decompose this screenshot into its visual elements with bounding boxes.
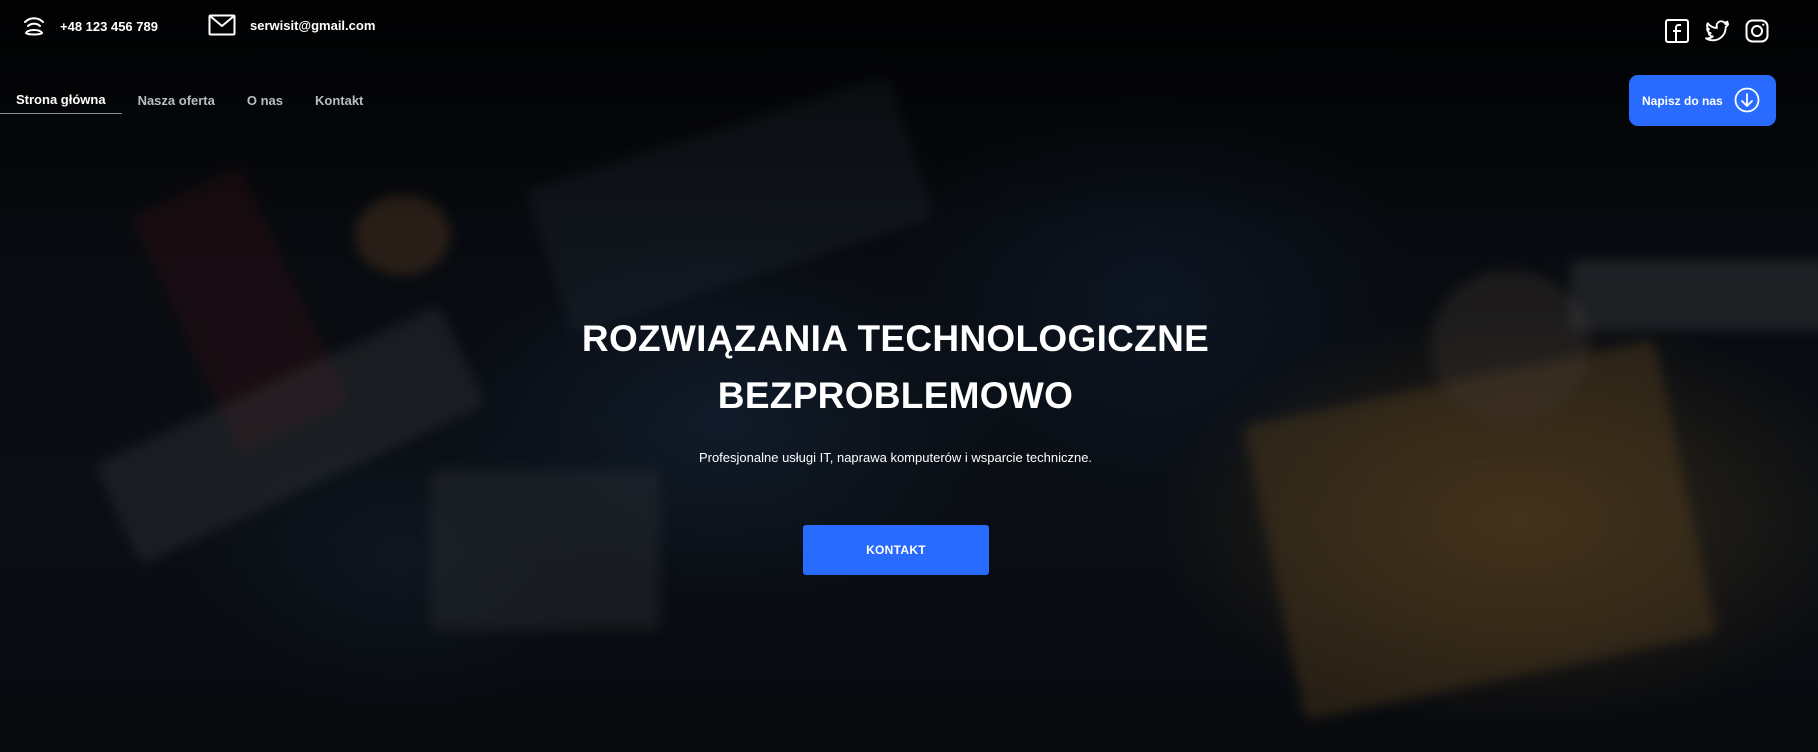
phone-signal-icon (24, 17, 44, 36)
phone-number: +48 123 456 789 (60, 18, 158, 34)
hero-title-line-1: ROZWIĄZANIA TECHNOLOGICZNE (581, 318, 1210, 359)
write-to-us-label: Napisz do nas (1642, 93, 1723, 108)
nav-item-contact[interactable]: Kontakt (315, 91, 363, 114)
hero-title-line-2: BEZPROBLEMOWO (717, 375, 1074, 416)
arrow-down-circle-icon (1734, 87, 1760, 113)
hero-section: +48 123 456 789 serwisit@gmail.com Stron… (0, 0, 1818, 752)
facebook-icon[interactable] (1664, 18, 1690, 44)
hero-subtitle: Profesjonalne usługi IT, naprawa kompute… (698, 450, 1093, 465)
envelope-icon (208, 14, 236, 36)
write-to-us-button[interactable]: Napisz do nas (1629, 75, 1776, 126)
email-contact[interactable]: serwisit@gmail.com (208, 14, 375, 36)
twitter-icon[interactable] (1704, 18, 1730, 44)
top-bar: +48 123 456 789 serwisit@gmail.com (0, 0, 1818, 56)
instagram-icon[interactable] (1744, 18, 1770, 44)
main-nav: Strona główna Nasza oferta O nas Kontakt (0, 90, 395, 114)
email-address: serwisit@gmail.com (250, 17, 376, 33)
contact-button[interactable]: KONTAKT (803, 525, 989, 575)
phone-contact[interactable]: +48 123 456 789 (22, 14, 158, 38)
nav-item-about[interactable]: O nas (247, 91, 283, 114)
nav-item-offer[interactable]: Nasza oferta (138, 91, 215, 114)
social-links (1664, 18, 1770, 44)
nav-item-home[interactable]: Strona główna (0, 90, 122, 114)
hero-title: ROZWIĄZANIA TECHNOLOGICZNE BEZPROBLEMOWO (0, 310, 1791, 424)
